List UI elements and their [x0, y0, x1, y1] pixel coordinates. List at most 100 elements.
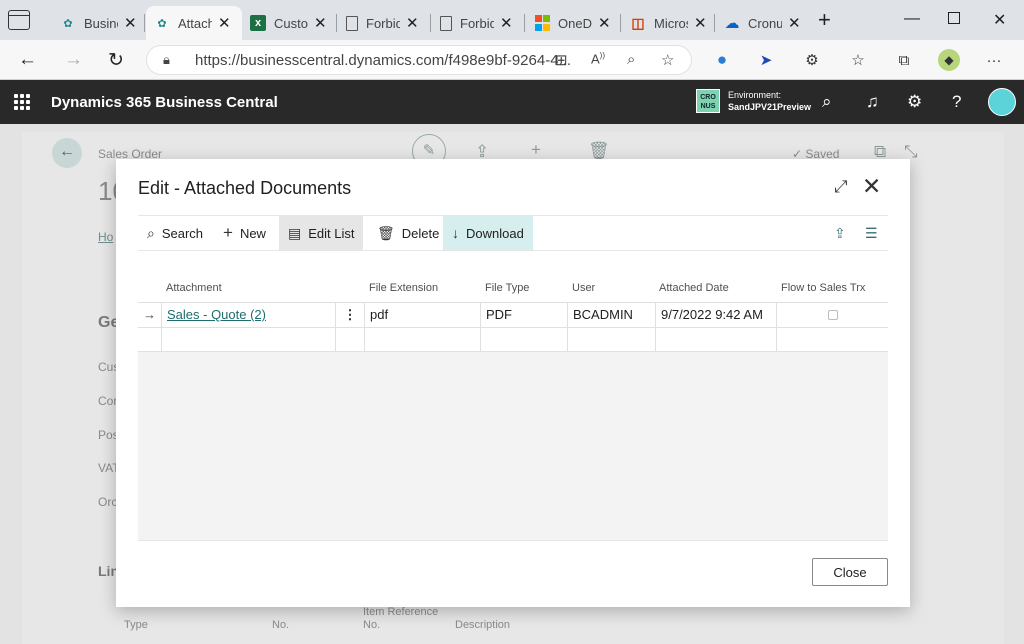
download-button[interactable]: ↓ Download — [443, 216, 533, 250]
company-badge[interactable]: CRO NUS — [696, 89, 720, 113]
user-cell[interactable] — [567, 328, 655, 352]
browser-tab[interactable]: ✿ Business Central ✕ — [52, 6, 145, 40]
settings-gear-icon[interactable]: ⚙ — [907, 92, 922, 112]
close-tab-icon[interactable]: ✕ — [124, 14, 137, 32]
list-view-icon[interactable]: ☰ — [865, 225, 878, 242]
back-icon[interactable]: ← — [18, 49, 37, 71]
column-header-attachment[interactable]: Attachment — [166, 282, 222, 294]
close-button[interactable]: Close — [812, 558, 888, 586]
close-tab-icon[interactable]: ✕ — [218, 14, 231, 32]
close-tab-icon[interactable]: ✕ — [406, 14, 419, 32]
row-selector[interactable] — [138, 328, 161, 352]
tab-title: Attached Documents — [178, 15, 212, 31]
column-header: Description — [455, 619, 511, 631]
collections-icon[interactable]: ⧉ — [894, 50, 914, 70]
search-button[interactable]: ⌕ Search — [138, 216, 212, 250]
app-available-icon[interactable]: ⊞ — [555, 51, 568, 69]
browser-tab[interactable]: Forbidden ✕ — [338, 6, 427, 40]
page-icon — [346, 15, 358, 31]
extension-arrow-icon[interactable]: ➤ — [756, 50, 776, 70]
window-close-icon[interactable]: ✕ — [993, 10, 1006, 30]
tab-title: Forbidden — [460, 15, 494, 31]
column-header-attached-date[interactable]: Attached Date — [659, 282, 729, 294]
attached-date-cell[interactable]: 9/7/2022 9:42 AM — [655, 303, 776, 327]
edge-globe-icon[interactable]: ● — [712, 50, 732, 70]
row-selector-arrow-icon[interactable]: → — [138, 303, 161, 327]
file-extension-cell[interactable]: pdf — [364, 303, 480, 327]
address-toolbar: ← → ↻ 🔒︎ https://businesscentral.dynamic… — [0, 40, 1024, 80]
close-tab-icon[interactable]: ✕ — [314, 14, 327, 32]
expand-icon[interactable]: ⤢ — [834, 177, 848, 197]
browser-tab-bar: ✿ Business Central ✕ ✿ Attached Document… — [0, 0, 1024, 40]
file-extension-cell[interactable] — [364, 328, 480, 352]
new-button[interactable]: + New — [214, 216, 275, 250]
flow-to-sales-trx-checkbox[interactable] — [828, 310, 838, 320]
column-header-user[interactable]: User — [572, 282, 595, 294]
url-text[interactable]: https://businesscentral.dynamics.com/f49… — [195, 52, 571, 69]
maximize-icon[interactable] — [948, 12, 960, 24]
column-header-file-extension[interactable]: File Extension — [369, 282, 438, 294]
browser-tab[interactable]: OneDrive ✕ — [526, 6, 619, 40]
bc-icon: ✿ — [63, 17, 73, 30]
field-label: Cor — [98, 394, 118, 408]
table-row[interactable]: → Sales - Quote (2) ⋮ pdf PDF BCADMIN 9/… — [138, 302, 888, 327]
new-tab-icon[interactable]: + — [818, 9, 831, 31]
attachment-link[interactable]: Sales - Quote (2) — [167, 307, 266, 322]
help-icon[interactable]: ? — [952, 92, 961, 112]
search-icon: ⌕ — [147, 224, 155, 241]
delete-icon[interactable]: 🗑︎ — [588, 141, 610, 161]
edit-list-button[interactable]: ▤ Edit List — [279, 216, 364, 250]
notification-bell-icon[interactable]: ♫ — [866, 92, 879, 112]
user-avatar[interactable] — [988, 88, 1016, 116]
close-tab-icon[interactable]: ✕ — [500, 14, 513, 32]
table-row-empty[interactable] — [138, 327, 888, 352]
add-icon[interactable]: + — [531, 140, 541, 160]
row-actions-icon[interactable]: ⋮ — [335, 303, 364, 327]
minimize-icon[interactable]: — — [904, 10, 920, 28]
forward-icon[interactable]: → — [64, 49, 83, 71]
address-bar[interactable]: 🔒︎ https://businesscentral.dynamics.com/… — [146, 45, 692, 75]
close-tab-icon[interactable]: ✕ — [788, 14, 801, 32]
column-header-flow-to-sales-trx[interactable]: Flow to Sales Trx — [781, 282, 865, 294]
attached-date-cell[interactable] — [655, 328, 776, 352]
back-arrow-icon[interactable]: ← — [52, 138, 82, 168]
attachment-cell[interactable]: Sales - Quote (2) — [161, 303, 335, 327]
browser-tab[interactable]: ☁ Cronus ✕ — [716, 6, 809, 40]
favorites-icon[interactable]: ☆ — [848, 50, 868, 70]
app-launcher-icon[interactable] — [14, 94, 30, 110]
edit-list-label: Edit List — [308, 225, 355, 241]
browser-tab[interactable]: x Customers ✕ — [242, 6, 335, 40]
profile-avatar[interactable]: ◆ — [938, 49, 960, 71]
browser-tab-active[interactable]: ✿ Attached Documents ✕ — [146, 6, 242, 40]
refresh-icon[interactable]: ↻ — [108, 49, 124, 72]
column-header-file-type[interactable]: File Type — [485, 282, 529, 294]
file-type-cell[interactable] — [480, 328, 567, 352]
browser-tab[interactable]: Forbidden ✕ — [432, 6, 521, 40]
user-cell[interactable]: BCADMIN — [567, 303, 655, 327]
extensions-puzzle-icon[interactable]: ⚙ — [802, 50, 822, 70]
flow-to-sales-trx-cell[interactable] — [776, 328, 888, 352]
close-tab-icon[interactable]: ✕ — [694, 14, 707, 32]
tab-actions-icon[interactable] — [8, 10, 30, 30]
browser-tab[interactable]: ◫ Microsoft ✕ — [622, 6, 715, 40]
tab-title: Cronus — [748, 15, 782, 31]
close-tab-icon[interactable]: ✕ — [598, 14, 611, 32]
delete-button[interactable]: 🗑︎ Delete — [368, 216, 448, 250]
read-aloud-icon[interactable]: A)) — [591, 51, 605, 66]
file-type-cell[interactable]: PDF — [480, 303, 567, 327]
zoom-icon[interactable]: ⌕ — [627, 51, 635, 68]
share-icon[interactable]: ⇪ — [834, 225, 846, 242]
favorite-star-icon[interactable]: ☆ — [661, 51, 674, 69]
tab-home[interactable]: Ho — [98, 230, 113, 244]
office-icon: ◫ — [631, 14, 645, 31]
tab-title: Customers — [274, 15, 308, 31]
new-label: New — [239, 225, 266, 241]
attachment-cell[interactable] — [161, 328, 335, 352]
environment-info[interactable]: Environment: SandJPV21Preview — [728, 89, 811, 113]
search-icon[interactable]: ⌕ — [822, 92, 832, 112]
more-options-icon[interactable]: ··· — [984, 50, 1004, 70]
app-name[interactable]: Dynamics 365 Business Central — [51, 94, 278, 111]
row-actions-cell[interactable] — [335, 328, 364, 352]
attachments-grid: Attachment File Extension File Type User… — [138, 278, 888, 540]
dialog-close-icon[interactable]: ✕ — [862, 173, 881, 200]
